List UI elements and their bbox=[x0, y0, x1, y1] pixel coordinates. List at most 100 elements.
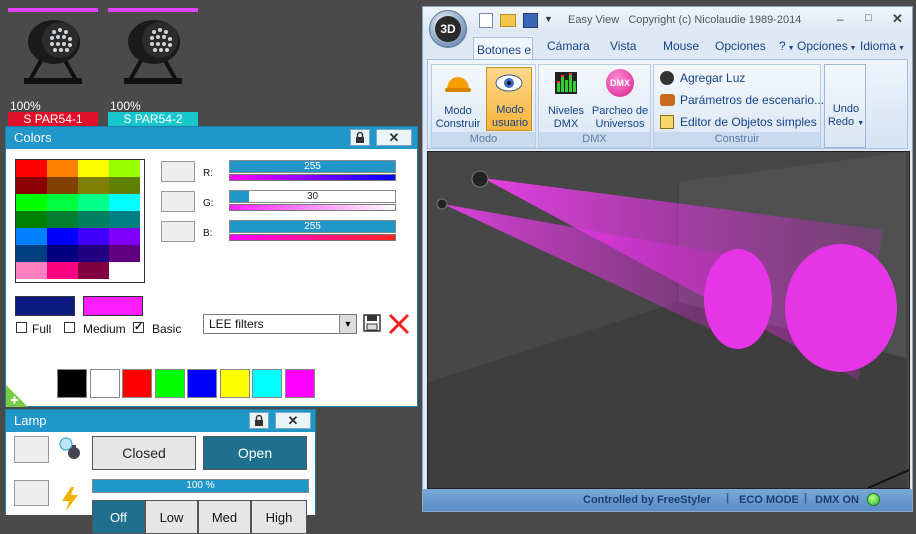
palette-swatch[interactable] bbox=[47, 245, 78, 262]
palette-swatch[interactable] bbox=[16, 177, 47, 194]
minimize-icon[interactable]: – bbox=[837, 12, 844, 26]
blue-channel-button[interactable] bbox=[161, 221, 195, 242]
save-icon[interactable] bbox=[523, 13, 538, 28]
red-channel-button[interactable] bbox=[161, 161, 195, 182]
delete-icon[interactable] bbox=[387, 313, 411, 335]
quick-color-swatch[interactable] bbox=[284, 369, 315, 398]
palette-swatch[interactable] bbox=[47, 228, 78, 245]
3d-viewport[interactable] bbox=[427, 151, 910, 489]
palette-swatch[interactable] bbox=[47, 177, 78, 194]
tab-mouse[interactable]: Mouse bbox=[663, 39, 699, 53]
save-icon[interactable] bbox=[363, 314, 381, 332]
tab-botones[interactable]: Botones es bbox=[473, 37, 533, 61]
medium-checkbox[interactable] bbox=[64, 322, 75, 333]
dimmer-button[interactable] bbox=[14, 480, 49, 506]
tab-opciones-d[interactable]: Opciones d bbox=[715, 39, 769, 53]
opciones-menu[interactable]: Opciones ▼ bbox=[797, 39, 857, 53]
group-construir: Agregar Luz Parámetros de escenario... E… bbox=[653, 64, 824, 148]
open-folder-icon[interactable] bbox=[500, 14, 516, 27]
tab-vista[interactable]: Vista bbox=[610, 39, 636, 53]
palette-swatch[interactable] bbox=[109, 177, 140, 194]
fixture-s-par54-1[interactable]: 100% S PAR54-1 bbox=[8, 8, 98, 127]
palette-swatch[interactable] bbox=[16, 160, 47, 177]
modo-usuario-button[interactable]: Modo usuario bbox=[486, 67, 532, 131]
off-button[interactable]: Off bbox=[92, 500, 145, 534]
quick-access-dropdown-icon[interactable]: ▼ bbox=[544, 14, 553, 24]
blue-slider[interactable]: 255 bbox=[229, 220, 396, 233]
palette-swatch[interactable] bbox=[47, 194, 78, 211]
med-button[interactable]: Med bbox=[198, 500, 251, 534]
chevron-down-icon[interactable]: ▼ bbox=[339, 315, 356, 333]
spotlight-icon bbox=[660, 71, 674, 85]
palette-swatch[interactable] bbox=[78, 245, 109, 262]
group-label-construir: Construir bbox=[654, 132, 820, 147]
fixture-s-par54-2[interactable]: 100% S PAR54-2 bbox=[108, 8, 198, 127]
palette-swatch[interactable] bbox=[78, 211, 109, 228]
stage-scene bbox=[428, 152, 910, 489]
parcheo-universos-button[interactable]: DMX Parcheo de Universos bbox=[591, 67, 649, 131]
shutter-button[interactable] bbox=[14, 436, 49, 463]
quick-color-swatch[interactable] bbox=[252, 369, 282, 398]
palette-swatch[interactable] bbox=[16, 262, 47, 279]
idioma-menu[interactable]: Idioma ▼ bbox=[860, 39, 905, 53]
add-corner-icon[interactable] bbox=[6, 385, 28, 407]
low-button[interactable]: Low bbox=[145, 500, 198, 534]
quick-color-swatch[interactable] bbox=[57, 369, 87, 398]
tab-camara[interactable]: Cámara bbox=[547, 39, 590, 53]
maximize-icon[interactable]: □ bbox=[865, 12, 872, 24]
selected-color-primary[interactable] bbox=[15, 296, 75, 316]
status-controlled-by: Controlled by FreeStyler bbox=[583, 494, 711, 506]
lock-icon[interactable] bbox=[249, 412, 269, 429]
modo-construir-button[interactable]: Modo Construir bbox=[434, 67, 482, 131]
palette-swatch[interactable] bbox=[47, 160, 78, 177]
quick-color-swatch[interactable] bbox=[219, 369, 250, 398]
dimmer-slider[interactable]: 100 % bbox=[92, 479, 309, 493]
palette-swatch[interactable] bbox=[16, 194, 47, 211]
high-button[interactable]: High bbox=[251, 500, 307, 534]
palette-swatch[interactable] bbox=[109, 262, 140, 279]
close-icon[interactable]: ✕ bbox=[892, 11, 903, 27]
open-button[interactable]: Open bbox=[203, 436, 307, 470]
filter-select[interactable]: LEE filters ▼ bbox=[203, 314, 357, 334]
lock-icon[interactable] bbox=[350, 129, 370, 146]
new-file-icon[interactable] bbox=[479, 13, 493, 28]
niveles-dmx-button[interactable]: Niveles DMX bbox=[541, 67, 591, 131]
palette-swatch[interactable] bbox=[16, 228, 47, 245]
palette-swatch[interactable] bbox=[109, 194, 140, 211]
green-channel-button[interactable] bbox=[161, 191, 195, 212]
r-label: R: bbox=[203, 168, 213, 179]
quick-color-swatch[interactable] bbox=[122, 369, 152, 398]
palette-swatch[interactable] bbox=[47, 211, 78, 228]
quick-color-swatch[interactable] bbox=[89, 369, 120, 398]
palette-swatch[interactable] bbox=[109, 228, 140, 245]
red-slider[interactable]: 255 bbox=[229, 160, 396, 173]
editor-objetos-item[interactable]: Editor de Objetos simples bbox=[658, 113, 820, 131]
palette-swatch[interactable] bbox=[109, 245, 140, 262]
palette-swatch[interactable] bbox=[78, 262, 109, 279]
closed-button[interactable]: Closed bbox=[92, 436, 196, 470]
parametros-escenario-item[interactable]: Parámetros de escenario... bbox=[658, 91, 824, 109]
palette-swatch[interactable] bbox=[47, 262, 78, 279]
palette-swatch[interactable] bbox=[109, 211, 140, 228]
green-slider[interactable]: 30 bbox=[229, 190, 396, 203]
quick-color-swatch[interactable] bbox=[154, 369, 185, 398]
agregar-luz-item[interactable]: Agregar Luz bbox=[658, 69, 820, 87]
full-checkbox[interactable] bbox=[16, 322, 27, 333]
help-menu[interactable]: ? ▼ bbox=[779, 39, 795, 53]
undo-label: Undo bbox=[832, 103, 860, 115]
selected-color-secondary[interactable] bbox=[83, 296, 143, 316]
basic-checkbox[interactable]: ✓ bbox=[133, 322, 144, 333]
palette-swatch[interactable] bbox=[16, 211, 47, 228]
redo-label-text: Redo bbox=[827, 116, 855, 128]
ribbon-tabs: Botones es Cámara Vista Mouse Opciones d… bbox=[423, 35, 912, 61]
palette-swatch[interactable] bbox=[78, 228, 109, 245]
palette-swatch[interactable] bbox=[109, 160, 140, 177]
quick-color-swatch[interactable] bbox=[187, 369, 217, 398]
undo-redo-button[interactable]: Undo Redo ▼ bbox=[824, 64, 866, 148]
palette-swatch[interactable] bbox=[78, 177, 109, 194]
palette-swatch[interactable] bbox=[16, 245, 47, 262]
palette-swatch[interactable] bbox=[78, 194, 109, 211]
close-icon[interactable]: ✕ bbox=[275, 412, 311, 429]
close-icon[interactable]: ✕ bbox=[376, 129, 412, 146]
palette-swatch[interactable] bbox=[78, 160, 109, 177]
